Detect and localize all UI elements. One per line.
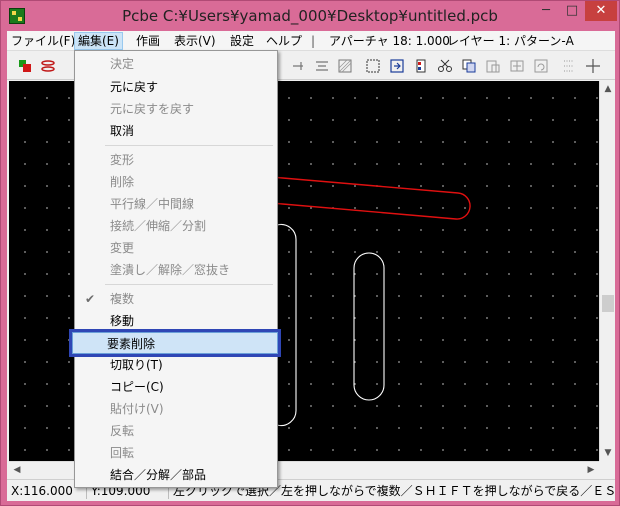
scroll-right-icon[interactable]: ▶ [583, 462, 599, 478]
minimize-button[interactable]: ─ [533, 1, 559, 21]
menu-help[interactable]: ヘルプ [266, 33, 302, 49]
menu-item-transform[interactable]: 変形 [76, 149, 276, 171]
menu-separator-1 [105, 145, 273, 146]
menu-item-fill[interactable]: 塗潰し／解除／窓抜き [76, 259, 276, 281]
menu-item-undo[interactable]: 元に戻す [76, 76, 276, 98]
menu-item-cancel[interactable]: 取消 [76, 120, 276, 142]
menu-separator: | [311, 34, 316, 48]
menu-item-multiple-label: 複数 [110, 292, 135, 306]
aperture-indicator[interactable]: アパーチャ 18: 1.000 [329, 33, 450, 49]
crosshair-icon[interactable] [585, 58, 601, 74]
menu-item-group[interactable]: 結合／分解／部品 [76, 464, 276, 486]
layer-color-icon[interactable] [17, 58, 33, 74]
menu-item-confirm[interactable]: 決定 [76, 53, 276, 75]
menu-view[interactable]: 表示(V) [174, 33, 216, 49]
select-rect-icon[interactable] [365, 58, 381, 74]
menu-file[interactable]: ファイル(F) [11, 33, 75, 49]
white-pad-left[interactable] [276, 223, 297, 427]
menu-item-cut[interactable]: 切取り(T) [76, 354, 276, 376]
close-button[interactable]: ✕ [585, 1, 617, 21]
vertical-scrollbar[interactable]: ▲ ▼ [599, 81, 615, 461]
align-icon[interactable] [290, 58, 306, 74]
menu-item-redo[interactable]: 元に戻すを戻す [76, 98, 276, 120]
maximize-button[interactable]: □ [559, 1, 585, 21]
grid-icon[interactable] [561, 58, 577, 74]
edit-menu-dropdown: 決定 元に戻す 元に戻すを戻す 取消 変形 削除 平行線／中間線 接続／伸縮／分… [72, 50, 278, 488]
menu-item-multiple[interactable]: ✔ 複数 [76, 288, 276, 310]
red-trace[interactable] [270, 176, 471, 220]
copy-icon[interactable] [461, 58, 477, 74]
layer-indicator[interactable]: レイヤー 1: パターン-A [447, 33, 574, 49]
menu-draw[interactable]: 作画 [136, 33, 160, 49]
menu-item-element-delete[interactable]: 要素削除 [72, 332, 278, 354]
menu-item-copy[interactable]: コピー(C) [76, 376, 276, 398]
rotate-icon[interactable] [533, 58, 549, 74]
menu-edit[interactable]: 編集(E) [74, 32, 123, 50]
menu-item-connect[interactable]: 接続／伸縮／分割 [76, 215, 276, 237]
center-align-icon[interactable] [314, 58, 330, 74]
scroll-down-icon[interactable]: ▼ [600, 445, 616, 461]
menu-settings[interactable]: 設定 [230, 33, 254, 49]
paste-icon[interactable] [485, 58, 501, 74]
scroll-up-icon[interactable]: ▲ [600, 81, 616, 97]
menu-bar: ファイル(F) 編集(E) 作画 表示(V) 設定 ヘルプ | アパーチャ 18… [7, 31, 615, 51]
hatch-icon[interactable] [337, 58, 353, 74]
menu-item-rotate[interactable]: 回転 [76, 442, 276, 464]
select-arrow-icon[interactable] [389, 58, 405, 74]
menu-item-paste[interactable]: 貼付け(V) [76, 398, 276, 420]
menu-item-change[interactable]: 変更 [76, 237, 276, 259]
scroll-left-icon[interactable]: ◀ [9, 462, 25, 478]
window-title: Pcbe C:¥Users¥yamad_000¥Desktop¥untitled… [122, 7, 498, 25]
menu-item-parallel-line[interactable]: 平行線／中間線 [76, 193, 276, 215]
vertical-scroll-thumb[interactable] [602, 295, 614, 312]
title-bar[interactable]: Pcbe C:¥Users¥yamad_000¥Desktop¥untitled… [1, 1, 619, 31]
menu-item-delete[interactable]: 削除 [76, 171, 276, 193]
menu-item-flip[interactable]: 反転 [76, 420, 276, 442]
white-pad-oval[interactable] [353, 252, 385, 401]
checkmark-icon: ✔ [85, 292, 96, 306]
mirror-icon[interactable] [509, 58, 525, 74]
menu-separator-2 [105, 284, 273, 285]
stack-icon[interactable] [40, 58, 56, 74]
scissors-icon[interactable] [437, 58, 453, 74]
app-window: Pcbe C:¥Users¥yamad_000¥Desktop¥untitled… [0, 0, 620, 506]
menu-item-move[interactable]: 移動 [76, 310, 276, 332]
component-icon[interactable] [413, 58, 429, 74]
